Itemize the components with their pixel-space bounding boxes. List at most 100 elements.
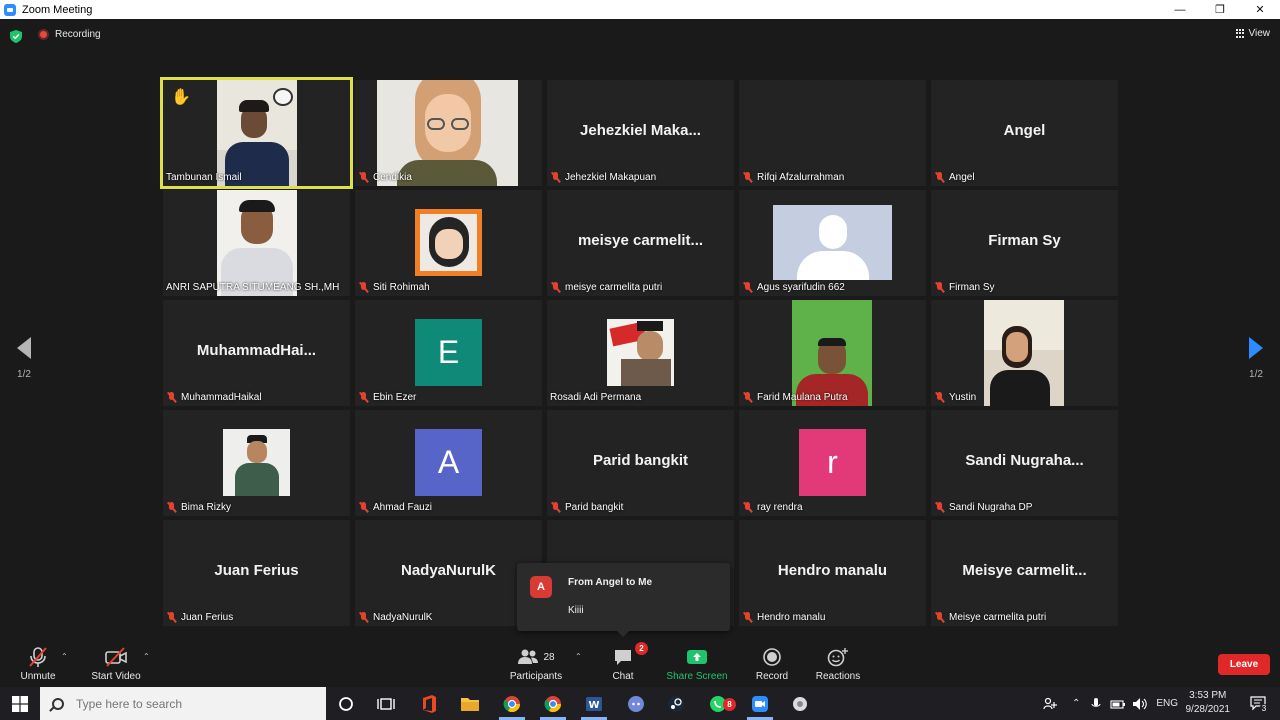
- discord-icon: [628, 696, 644, 712]
- participant-name-label: NadyaNurulK: [358, 611, 432, 623]
- participant-name: Juan Ferius: [181, 611, 234, 623]
- participant-tile[interactable]: Yustin: [931, 300, 1118, 406]
- microphone-muted-icon: [29, 647, 47, 667]
- file-explorer-button[interactable]: [458, 692, 482, 716]
- participant-name: Hendro manalu: [757, 611, 826, 623]
- participant-tile[interactable]: r ray rendra: [739, 410, 926, 516]
- participant-tile[interactable]: meisye carmelit... meisye carmelita putr…: [547, 190, 734, 296]
- record-label: Record: [755, 671, 789, 682]
- volume-icon[interactable]: [1132, 697, 1148, 711]
- participants-label: Participants: [509, 671, 563, 682]
- notification-count: 3: [1259, 704, 1269, 714]
- shield-icon[interactable]: [10, 30, 22, 43]
- video-camera-off-icon: [105, 647, 127, 667]
- mic-muted-icon: [934, 391, 945, 403]
- window-title: Zoom Meeting: [22, 3, 93, 16]
- share-screen-button[interactable]: Share Screen: [665, 646, 729, 682]
- participant-name: meisye carmelita putri: [565, 281, 663, 293]
- participant-display-name: Juan Ferius: [214, 562, 299, 579]
- task-view-button[interactable]: [374, 692, 398, 716]
- participants-options-caret[interactable]: ⌃: [575, 652, 582, 661]
- participant-name-label: Hendro manalu: [742, 611, 825, 623]
- taskbar-search-input[interactable]: [76, 696, 316, 711]
- participant-tile[interactable]: ✋ Tambunan Ismail: [160, 77, 353, 189]
- participant-tile[interactable]: E Ebin Ezer: [355, 300, 542, 406]
- office-app-button[interactable]: [417, 692, 441, 716]
- chevron-up-icon[interactable]: ⌃: [1072, 698, 1080, 709]
- chat-unread-badge: 2: [635, 642, 648, 655]
- next-page-button[interactable]: 1/2: [1236, 337, 1276, 380]
- participant-video: [984, 300, 1064, 406]
- participant-tile[interactable]: Siti Rohimah: [355, 190, 542, 296]
- participant-tile[interactable]: Sandi Nugraha... Sandi Nugraha DP: [931, 410, 1118, 516]
- participant-tile[interactable]: Rosadi Adi Permana: [547, 300, 734, 406]
- chrome-profile-button[interactable]: [541, 692, 565, 716]
- participant-name-label: Angel: [934, 171, 975, 183]
- participant-tile[interactable]: NadyaNurulK NadyaNurulK: [355, 520, 542, 626]
- audio-options-caret[interactable]: ⌃: [61, 652, 68, 661]
- recording-indicator[interactable]: Recording: [38, 29, 101, 40]
- participant-tile[interactable]: MuhammadHai... MuhammadHaikal: [163, 300, 350, 406]
- minimize-button[interactable]: —: [1160, 0, 1200, 19]
- language-indicator[interactable]: ENG: [1156, 698, 1178, 709]
- participant-name-label: Rosadi Adi Permana: [550, 391, 641, 403]
- chat-notification-popup[interactable]: A From Angel to Me Kiiii: [517, 563, 730, 637]
- reactions-button[interactable]: Reactions: [814, 646, 862, 682]
- participant-tile[interactable]: Firman Sy Firman Sy: [931, 190, 1118, 296]
- participant-name: Bima Rizky: [181, 501, 232, 513]
- unmute-button[interactable]: Unmute: [16, 646, 60, 682]
- participant-name-label: Bima Rizky: [166, 501, 231, 513]
- participant-tile[interactable]: Bima Rizky: [163, 410, 350, 516]
- participant-avatar-photo: [773, 205, 892, 280]
- whatsapp-button[interactable]: 8: [706, 692, 736, 716]
- start-video-button[interactable]: Start Video: [88, 646, 144, 682]
- mic-muted-icon: [934, 171, 945, 183]
- people-icon[interactable]: [1042, 696, 1058, 712]
- discord-button[interactable]: [624, 692, 648, 716]
- start-button[interactable]: [0, 687, 40, 720]
- chat-button[interactable]: 2 Chat: [606, 642, 648, 682]
- participant-tile[interactable]: Hendro manalu Hendro manalu: [739, 520, 926, 626]
- participants-button[interactable]: 28 Participants: [508, 646, 564, 682]
- participant-tile[interactable]: Cendikia: [355, 80, 542, 186]
- word-button[interactable]: W: [582, 692, 606, 716]
- participant-tile[interactable]: Rifqi Afzalurrahman: [739, 80, 926, 186]
- participant-tile[interactable]: A Ahmad Fauzi: [355, 410, 542, 516]
- zoom-app-button[interactable]: [748, 692, 772, 716]
- participant-tile[interactable]: Juan Ferius Juan Ferius: [163, 520, 350, 626]
- snipping-tool-button[interactable]: [788, 692, 812, 716]
- steam-button[interactable]: [664, 692, 688, 716]
- windows-taskbar: W 8 ⌃ ENG 3:53 PM 9/28/20: [0, 687, 1280, 720]
- chrome-button[interactable]: [500, 692, 524, 716]
- participant-tile[interactable]: Parid bangkit Parid bangkit: [547, 410, 734, 516]
- close-button[interactable]: ✕: [1240, 0, 1280, 19]
- participant-tile[interactable]: Meisye carmelit... Meisye carmelita putr…: [931, 520, 1118, 626]
- participant-name: NadyaNurulK: [373, 611, 433, 623]
- mic-muted-icon: [166, 391, 177, 403]
- taskbar-clock[interactable]: 3:53 PM 9/28/2021: [1186, 689, 1231, 717]
- maximize-button[interactable]: ❐: [1200, 0, 1240, 19]
- previous-page-button[interactable]: 1/2: [4, 337, 44, 380]
- participant-tile[interactable]: Angel Angel: [931, 80, 1118, 186]
- view-button[interactable]: View: [1235, 28, 1270, 39]
- action-center-button[interactable]: 3: [1250, 695, 1269, 714]
- share-screen-icon: [687, 650, 707, 664]
- chat-message-text: Kiiii: [568, 605, 584, 616]
- mic-muted-icon: [934, 501, 945, 513]
- raised-hand-icon: ✋: [171, 89, 191, 106]
- microphone-icon[interactable]: [1090, 697, 1102, 711]
- participant-tile[interactable]: Farid Maulana Putra: [739, 300, 926, 406]
- participant-tile[interactable]: Jehezkiel Maka... Jehezkiel Makapuan: [547, 80, 734, 186]
- taskbar-search[interactable]: [40, 687, 326, 720]
- participant-name-label: meisye carmelita putri: [550, 281, 662, 293]
- word-icon: W: [586, 697, 602, 711]
- participant-name: Siti Rohimah: [373, 281, 430, 293]
- leave-button[interactable]: Leave: [1218, 654, 1270, 675]
- title-bar: Zoom Meeting — ❐ ✕: [0, 0, 1280, 19]
- participant-tile[interactable]: ANRI SAPUTRA SITUMEANG SH.,MH: [163, 190, 350, 296]
- battery-icon[interactable]: [1110, 698, 1126, 710]
- cortana-button[interactable]: [334, 692, 358, 716]
- participant-tile[interactable]: Agus syarifudin 662: [739, 190, 926, 296]
- video-options-caret[interactable]: ⌃: [143, 652, 150, 661]
- record-button[interactable]: Record: [753, 646, 791, 682]
